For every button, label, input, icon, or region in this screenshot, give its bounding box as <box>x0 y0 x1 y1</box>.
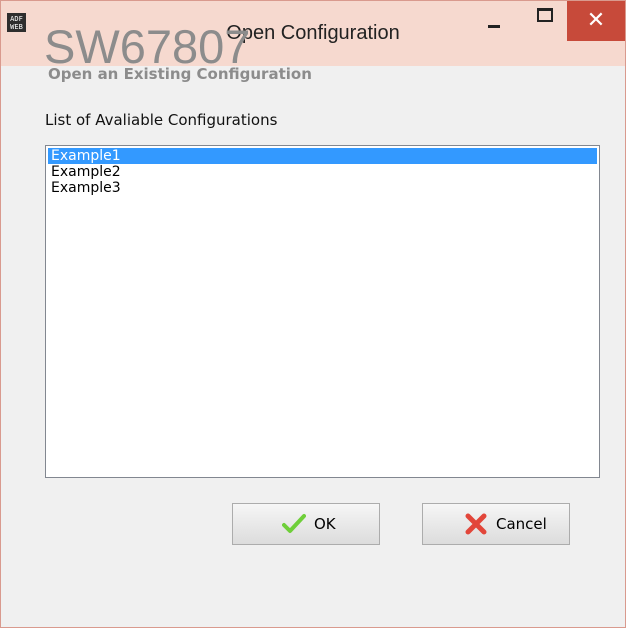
checkmark-icon <box>282 514 306 533</box>
list-item[interactable]: Example2 <box>46 164 599 180</box>
minimize-button[interactable] <box>473 1 519 41</box>
list-label: List of Avaliable Configurations <box>45 111 278 129</box>
dialog-window: ADF WEB Open Configuration ✕ SW67807 Open… <box>0 0 626 628</box>
list-item[interactable]: Example3 <box>46 180 599 196</box>
cancel-button[interactable]: Cancel <box>422 503 570 545</box>
page-subtitle: Open an Existing Configuration <box>48 65 312 83</box>
maximize-icon <box>537 8 553 22</box>
list-item[interactable]: Example1 <box>48 148 597 164</box>
maximize-button[interactable] <box>524 1 569 41</box>
x-icon <box>465 513 487 535</box>
close-button[interactable]: ✕ <box>567 1 625 41</box>
minimize-icon <box>488 25 500 28</box>
ok-button[interactable]: OK <box>232 503 380 545</box>
cancel-label: Cancel <box>496 515 547 533</box>
close-icon: ✕ <box>586 8 606 33</box>
ok-label: OK <box>314 515 336 533</box>
configurations-listbox[interactable]: Example1 Example2 Example3 <box>45 145 600 478</box>
